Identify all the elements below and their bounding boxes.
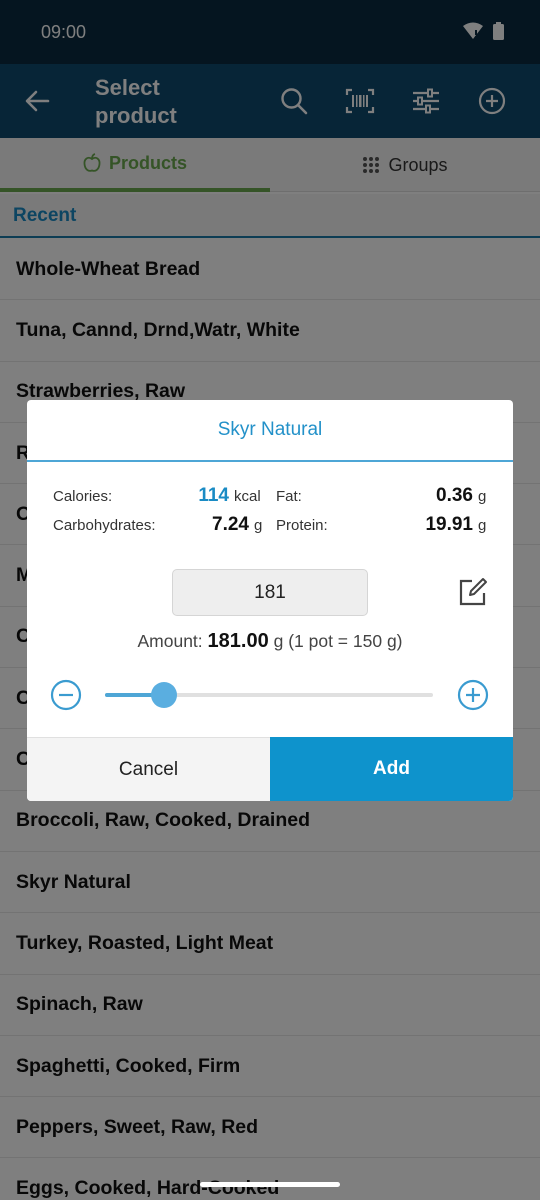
amount-slider[interactable] bbox=[105, 682, 433, 708]
amount-summary: Amount: 181.00 g (1 pot = 150 g) bbox=[27, 630, 513, 653]
calories-unit: kcal bbox=[234, 488, 261, 505]
amount-suffix: g (1 pot = 150 g) bbox=[273, 631, 403, 651]
amount-value: 181.00 bbox=[207, 630, 269, 652]
minus-circle-icon bbox=[50, 679, 82, 711]
fat-label: Fat: bbox=[276, 488, 302, 505]
decrease-button[interactable] bbox=[50, 679, 82, 711]
carbs-label: Carbohydrates: bbox=[53, 517, 156, 534]
add-button[interactable]: Add bbox=[270, 737, 513, 801]
protein-unit: g bbox=[478, 517, 487, 534]
edit-icon bbox=[459, 578, 487, 606]
fat-value: 0.36 bbox=[436, 485, 473, 506]
add-product-dialog: Skyr Natural Calories: 114 kcal Fat: 0.3… bbox=[27, 400, 513, 801]
calories-value: 114 bbox=[198, 485, 229, 506]
carbs-unit: g bbox=[254, 517, 263, 534]
protein-value: 19.91 bbox=[425, 514, 473, 535]
amount-input[interactable] bbox=[172, 569, 368, 616]
edit-amount-button[interactable] bbox=[457, 576, 489, 608]
plus-circle-icon bbox=[457, 679, 489, 711]
fat-unit: g bbox=[478, 488, 487, 505]
slider-thumb[interactable] bbox=[151, 682, 178, 708]
home-indicator[interactable] bbox=[200, 1182, 340, 1187]
calories-label: Calories: bbox=[53, 488, 113, 505]
protein-label: Protein: bbox=[276, 517, 328, 534]
dialog-title: Skyr Natural bbox=[27, 400, 513, 462]
carbs-value: 7.24 bbox=[212, 514, 249, 535]
increase-button[interactable] bbox=[457, 679, 489, 711]
amount-prefix: Amount: bbox=[137, 631, 203, 651]
cancel-button[interactable]: Cancel bbox=[27, 737, 270, 801]
